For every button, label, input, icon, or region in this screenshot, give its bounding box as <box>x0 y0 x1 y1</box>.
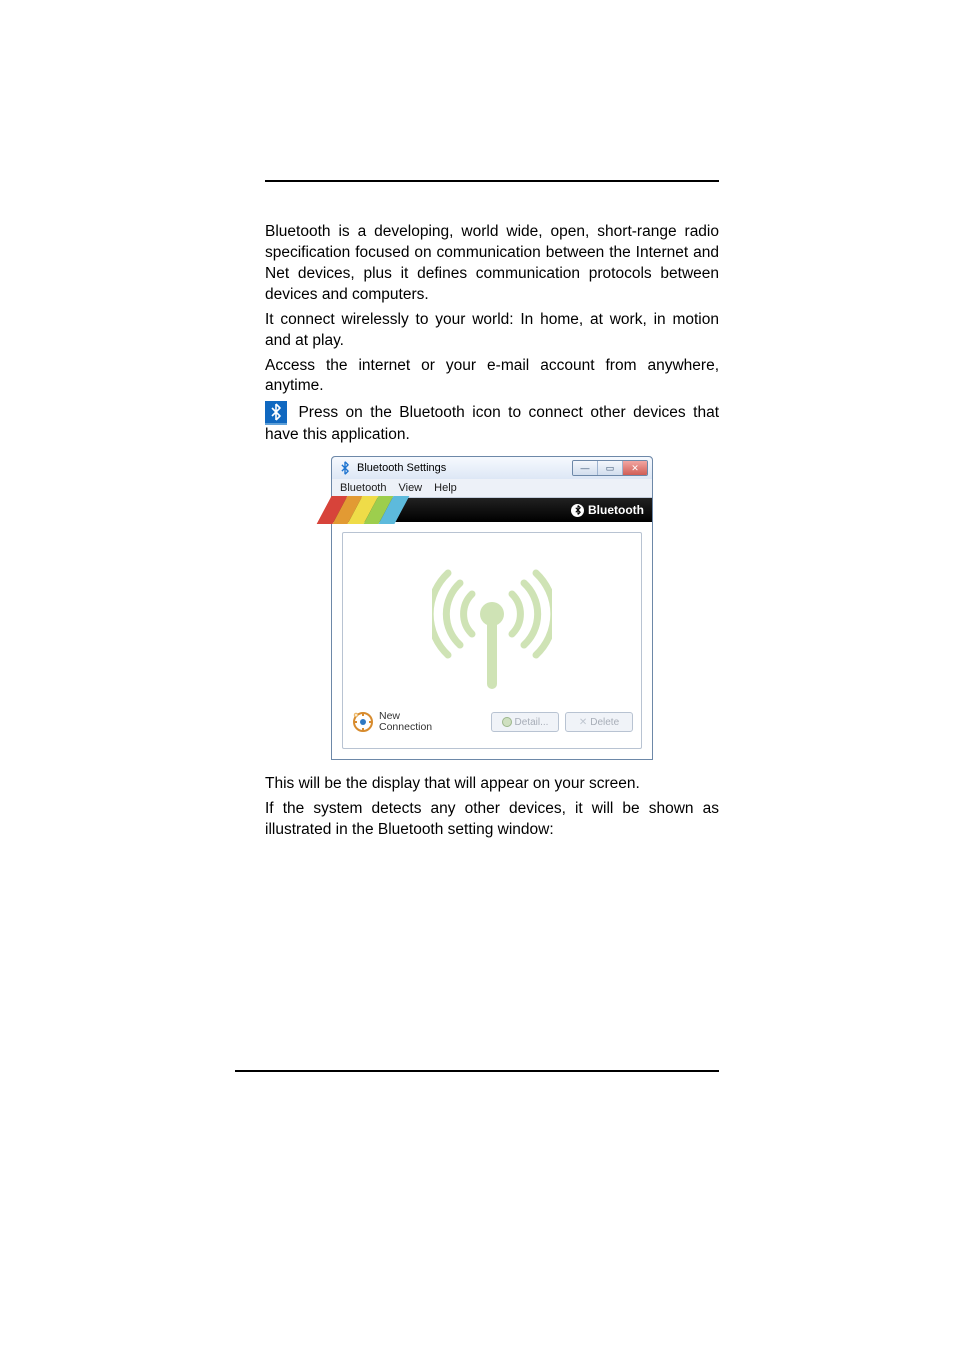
paragraph-display: This will be the display that will appea… <box>265 774 719 795</box>
paragraph-detects: If the system detects any other devices,… <box>265 799 719 841</box>
delete-button[interactable]: ✕ Delete <box>565 712 633 732</box>
new-connection-button[interactable]: NewConnection <box>351 710 432 734</box>
window-titlebar: Bluetooth Settings — ▭ ✕ <box>332 457 652 479</box>
new-connection-label: NewConnection <box>379 711 432 733</box>
window-content-panel: NewConnection Detail... ✕ Delete <box>332 522 652 759</box>
bluetooth-tray-icon <box>265 401 287 425</box>
maximize-button[interactable]: ▭ <box>597 461 622 475</box>
menu-view[interactable]: View <box>398 482 422 494</box>
horizontal-rule-top <box>265 180 719 182</box>
signal-icon <box>432 551 552 706</box>
bluetooth-app-icon <box>338 461 352 475</box>
bluetooth-brand-label: Bluetooth <box>571 503 644 517</box>
window-title: Bluetooth Settings <box>357 462 446 474</box>
brand-strip: Bluetooth <box>332 498 652 522</box>
paragraph-access: Access the internet or your e-mail accou… <box>265 356 719 398</box>
window-buttons-group: — ▭ ✕ <box>572 460 648 476</box>
devices-box: NewConnection Detail... ✕ Delete <box>342 532 642 749</box>
screenshot-container: Bluetooth Settings — ▭ ✕ Bluetooth View … <box>265 456 719 760</box>
paragraph-press-icon: Press on the Bluetooth icon to connect o… <box>265 401 719 446</box>
minimize-button[interactable]: — <box>573 461 597 475</box>
bottom-toolbar: NewConnection Detail... ✕ Delete <box>343 706 641 734</box>
menu-bluetooth[interactable]: Bluetooth <box>340 482 386 494</box>
menu-help[interactable]: Help <box>434 482 457 494</box>
document-page: Bluetooth is a developing, world wide, o… <box>0 0 954 1350</box>
paragraph-intro: Bluetooth is a developing, world wide, o… <box>265 222 719 306</box>
bluetooth-logo-icon <box>571 504 584 517</box>
detail-button[interactable]: Detail... <box>491 712 559 732</box>
info-icon <box>502 717 512 727</box>
paragraph-wireless: It connect wirelessly to your world: In … <box>265 310 719 352</box>
new-connection-icon <box>351 710 375 734</box>
horizontal-rule-bottom <box>235 1070 719 1072</box>
close-button[interactable]: ✕ <box>622 461 647 475</box>
delete-x-icon: ✕ <box>579 717 587 728</box>
brand-text: Bluetooth <box>588 503 644 517</box>
bluetooth-settings-window: Bluetooth Settings — ▭ ✕ Bluetooth View … <box>331 456 653 760</box>
color-ribbon-icon <box>317 496 410 524</box>
paragraph-press-icon-text: Press on the Bluetooth icon to connect o… <box>265 404 719 443</box>
